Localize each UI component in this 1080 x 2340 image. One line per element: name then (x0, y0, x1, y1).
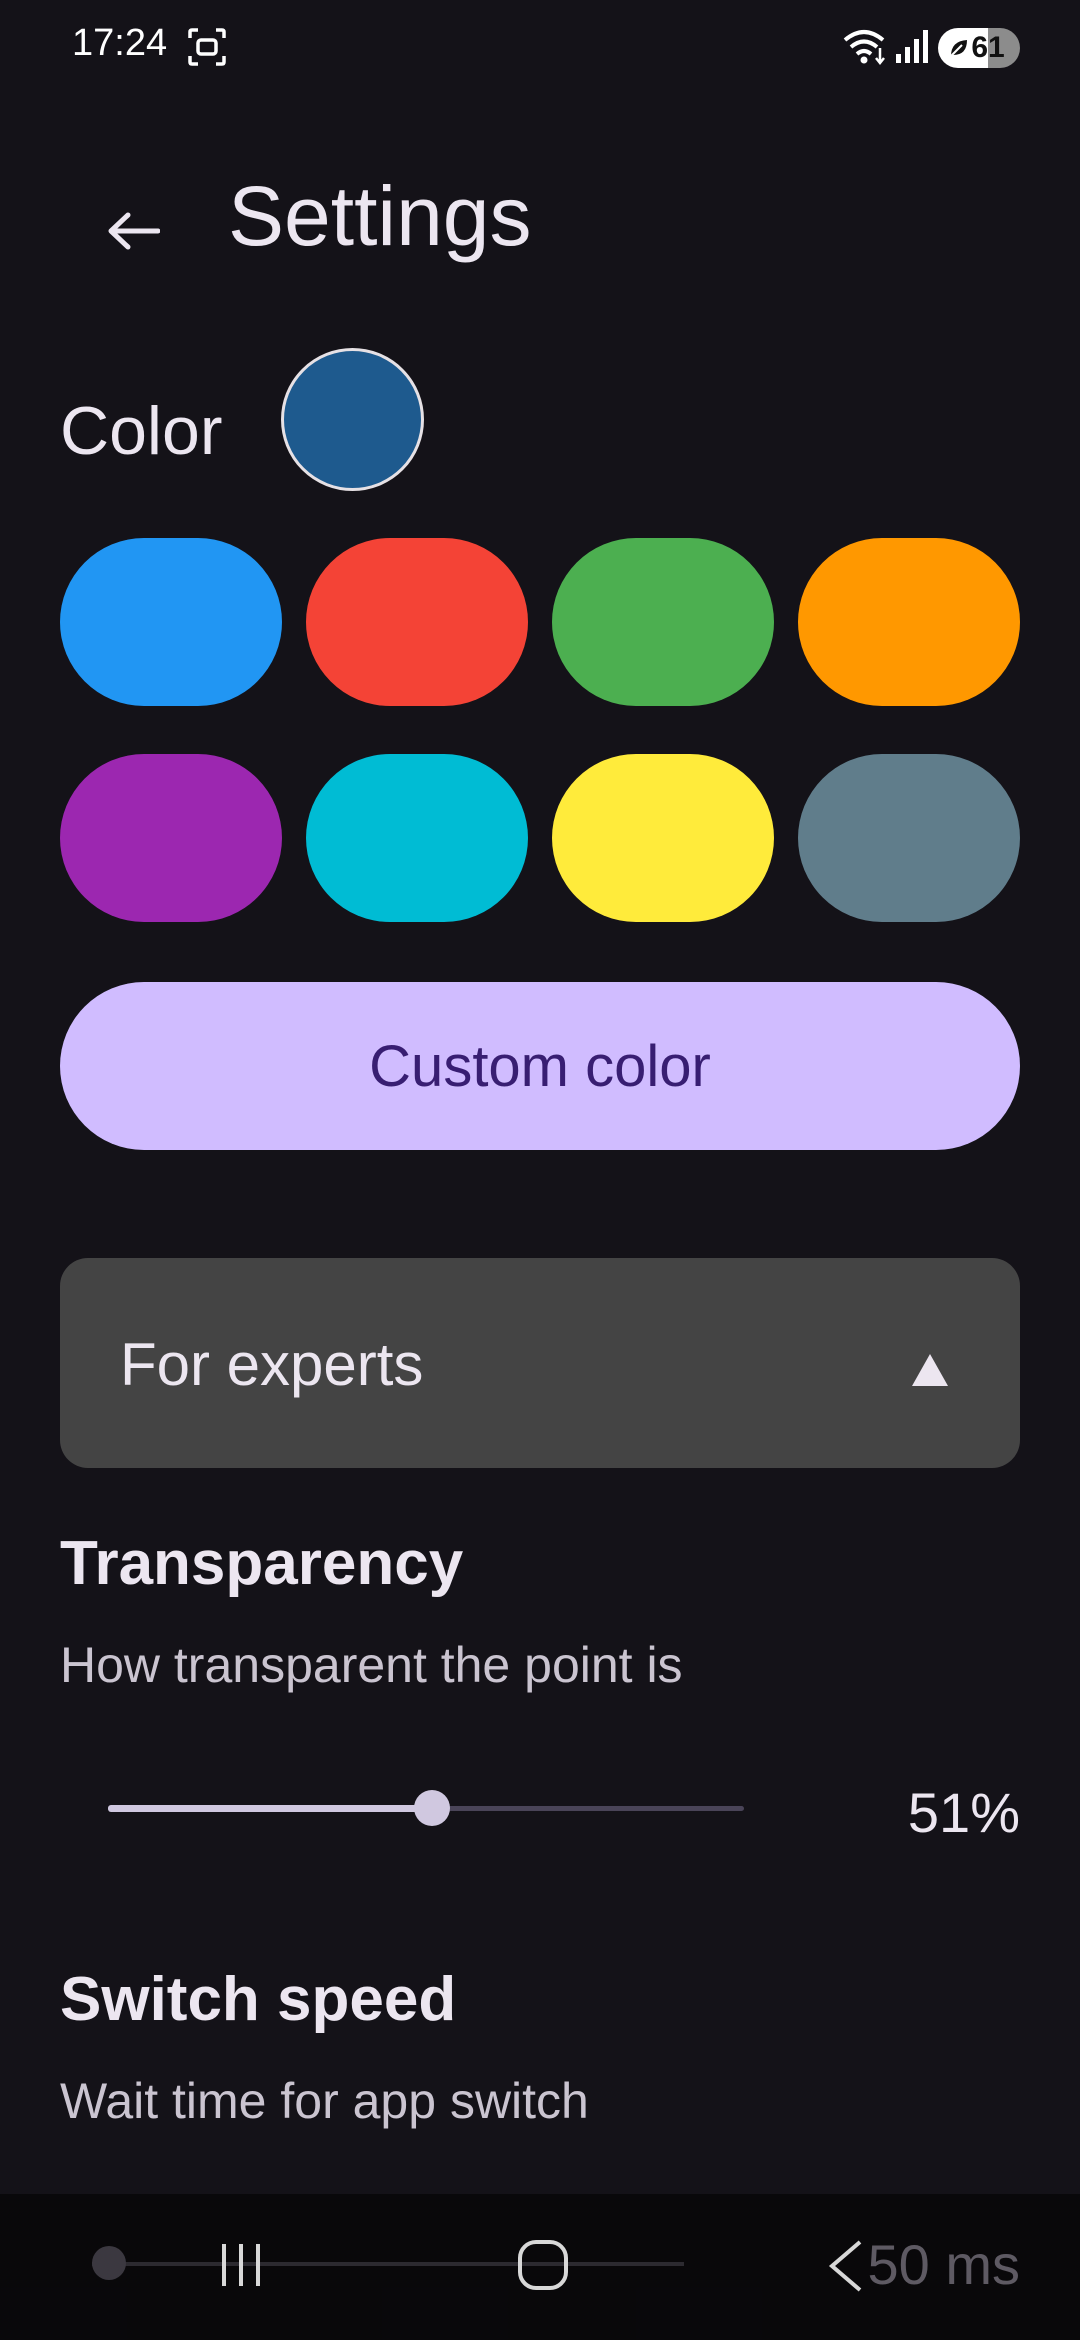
switch-speed-title: Switch speed (60, 1965, 457, 2034)
signal-icon (896, 30, 928, 63)
for-experts-panel[interactable]: For experts (60, 1258, 1020, 1468)
battery-saver-leaf-icon (950, 40, 967, 57)
recents-icon[interactable] (216, 2240, 266, 2290)
settings-screen: 17:24 61 Settings Color Custom color For… (0, 0, 1080, 2340)
custom-color-button[interactable]: Custom color (60, 982, 1020, 1150)
navigation-bar: 50 ms (0, 2194, 1080, 2340)
color-label: Color (60, 393, 223, 469)
color-swatch[interactable] (552, 538, 774, 706)
color-swatch[interactable] (798, 754, 1020, 922)
home-icon[interactable] (516, 2238, 570, 2292)
switch-speed-value: 50 ms (867, 2233, 1021, 2296)
status-time: 17:24 (72, 22, 168, 64)
color-swatch[interactable] (60, 754, 282, 922)
switch-speed-slider[interactable] (92, 2244, 684, 2284)
back-icon[interactable] (826, 2238, 866, 2294)
transparency-description: How transparent the point is (60, 1637, 683, 1693)
arrow-left-icon (108, 212, 160, 250)
slider-thumb[interactable] (414, 1790, 451, 1826)
page-title: Settings (228, 169, 532, 263)
battery-indicator: 61 (938, 28, 1020, 68)
transparency-slider[interactable] (108, 1778, 744, 1838)
color-swatch-grid (60, 538, 1020, 924)
transparency-title: Transparency (60, 1529, 464, 1598)
battery-level: 61 (971, 31, 1005, 64)
slider-active-track (108, 1805, 433, 1812)
transparency-value: 51% (907, 1781, 1020, 1844)
screenshot-icon (188, 28, 226, 66)
back-button[interactable] (88, 186, 178, 276)
wifi-icon (843, 30, 885, 66)
status-bar: 17:24 61 (0, 0, 1080, 96)
selected-color-preview[interactable] (281, 348, 424, 491)
color-swatch[interactable] (552, 754, 774, 922)
color-swatch[interactable] (306, 538, 528, 706)
color-swatch[interactable] (60, 538, 282, 706)
switch-speed-description: Wait time for app switch (60, 2073, 589, 2129)
triangle-up-icon (912, 1354, 948, 1386)
slider-thumb[interactable] (92, 2246, 126, 2280)
color-swatch[interactable] (798, 538, 1020, 706)
color-swatch[interactable] (306, 754, 528, 922)
for-experts-label: For experts (120, 1331, 424, 1398)
